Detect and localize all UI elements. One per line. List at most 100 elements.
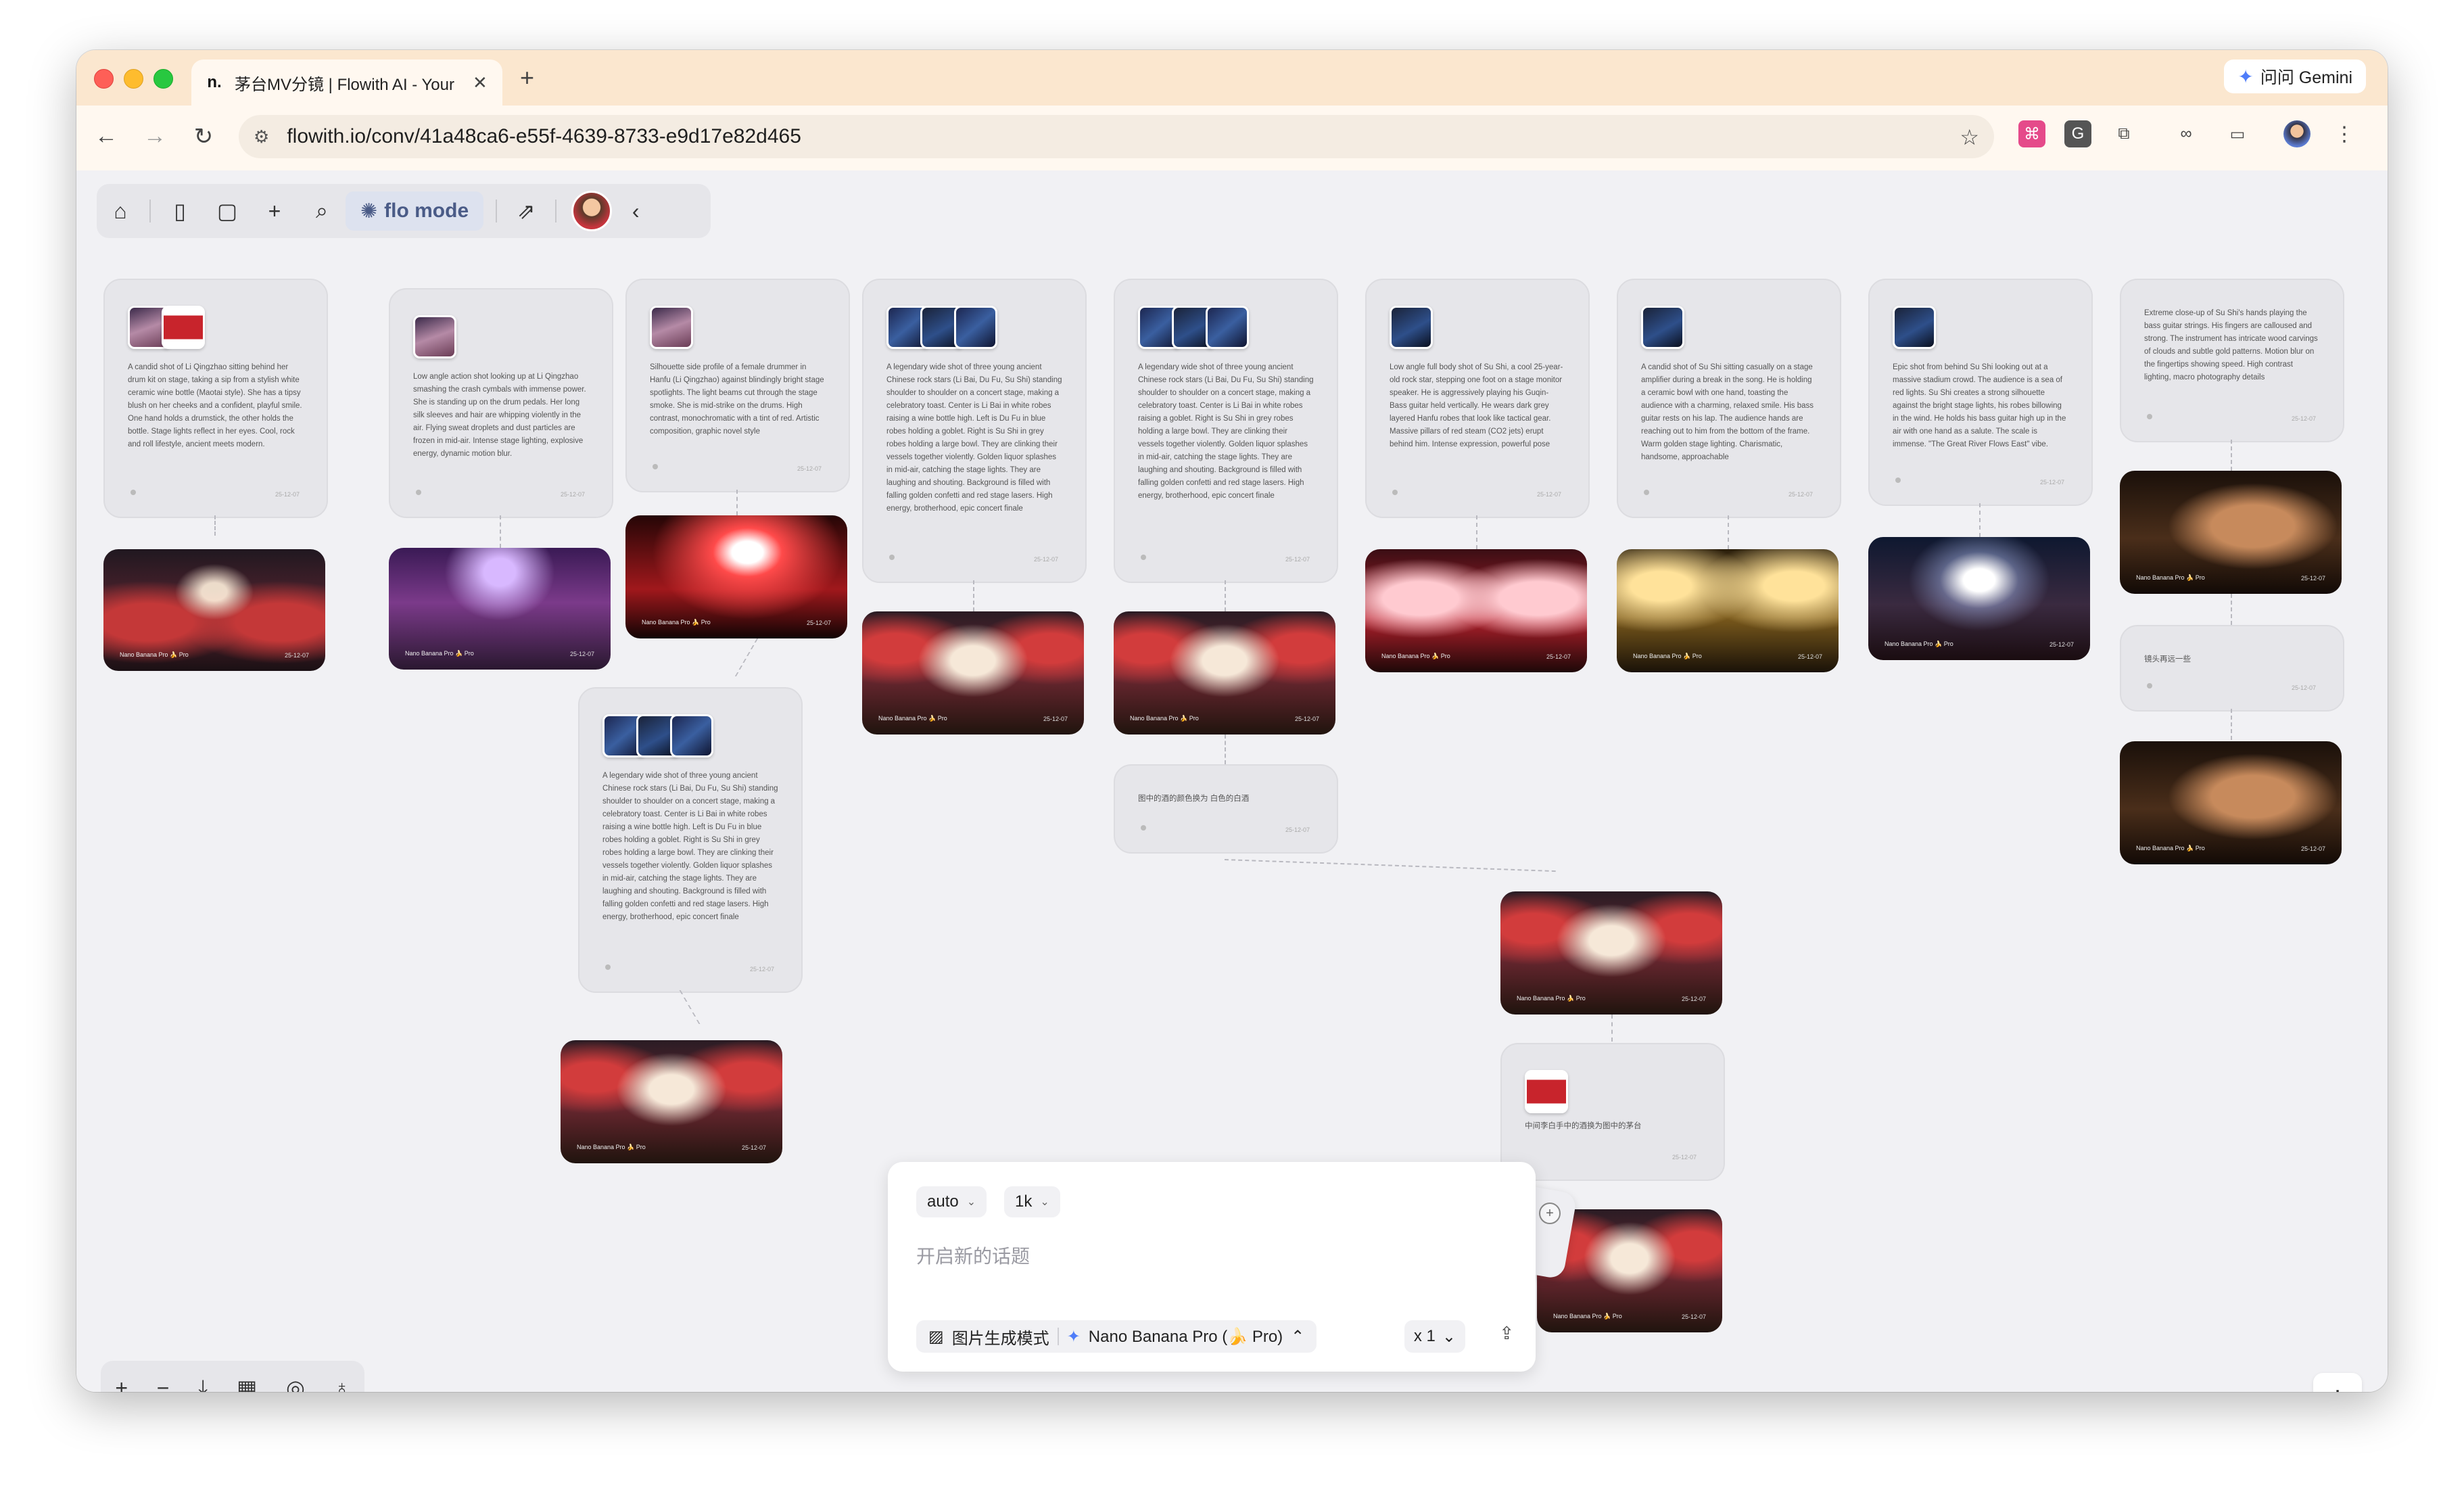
collapse-icon[interactable]: ‹ xyxy=(612,199,659,224)
status-dot xyxy=(2147,414,2152,419)
prompt-text: 中间李白手中的酒换为图中的茅台 xyxy=(1525,1122,1642,1130)
chat-icon[interactable]: ▢ xyxy=(204,198,251,224)
reference-image xyxy=(1206,306,1249,349)
grid-icon[interactable]: ▦ xyxy=(237,1375,257,1392)
generated-image[interactable]: Nano Banana Pro 🍌 Pro 25-12-07 xyxy=(1500,891,1722,1015)
extension-icon[interactable]: ⌘ xyxy=(2018,120,2045,147)
generated-image[interactable]: Nano Banana Pro 🍌 Pro 25-12-07 xyxy=(1114,611,1335,735)
url-text[interactable]: flowith.io/conv/41a48ca6-e55f-4639-8733-… xyxy=(287,125,801,148)
menu-dots-icon[interactable]: ⋮ xyxy=(2331,120,2358,147)
link-icon[interactable]: ∞ xyxy=(2173,120,2200,147)
generated-image[interactable]: Nano Banana Pro 🍌 Pro 25-12-07 xyxy=(1868,537,2090,660)
forward-icon[interactable]: → xyxy=(141,123,168,149)
prompt-card[interactable]: Extreme close-up of Su Shi's hands playi… xyxy=(2120,279,2344,442)
cast-icon[interactable]: ▭ xyxy=(2224,120,2251,147)
minus-icon[interactable]: − xyxy=(157,1376,170,1393)
card-date: 25-12-07 xyxy=(1285,556,1310,563)
divider xyxy=(1057,1328,1059,1345)
status-dot xyxy=(653,464,658,469)
generated-image[interactable]: Nano Banana Pro 🍌 Pro 25-12-07 xyxy=(625,515,847,638)
grammar-extension-icon[interactable]: G xyxy=(2064,120,2091,147)
prompt-card[interactable]: A candid shot of Li Qingzhao sitting beh… xyxy=(103,279,328,518)
edit-prompt-card[interactable]: 中间李白手中的酒换为图中的茅台 25-12-07 xyxy=(1500,1043,1725,1181)
prompt-input[interactable]: 开启新的话题 xyxy=(916,1242,1030,1269)
prompt-text: Extreme close-up of Su Shi's hands playi… xyxy=(2144,309,2318,381)
minimize-window-button[interactable] xyxy=(124,69,143,89)
card-date: 25-12-07 xyxy=(797,465,822,472)
reload-icon[interactable]: ↻ xyxy=(190,123,217,150)
image-count-select[interactable]: x 1 ⌄ xyxy=(1404,1320,1465,1353)
reference-image xyxy=(1893,306,1936,349)
image-date: 25-12-07 xyxy=(806,620,831,626)
gemini-spark-icon: ✦ xyxy=(2237,66,2254,87)
generated-image[interactable]: Nano Banana Pro 🍌 Pro 25-12-07 xyxy=(862,611,1084,735)
maximize-window-button[interactable] xyxy=(153,69,173,89)
prompt-text: 镜头再远一些 xyxy=(2144,655,2191,663)
gemini-button[interactable]: ✦ 问问 Gemini xyxy=(2224,60,2366,93)
image-date: 25-12-07 xyxy=(2049,641,2074,648)
bookmark-star-icon[interactable]: ☆ xyxy=(1960,124,1979,150)
download-icon[interactable]: ⤓ xyxy=(198,1375,208,1392)
card-date: 25-12-07 xyxy=(275,491,300,498)
prompt-text: Low angle full body shot of Su Shi, a co… xyxy=(1390,363,1563,448)
edit-prompt-card[interactable]: 镜头再远一些 25-12-07 xyxy=(2120,625,2344,712)
back-icon[interactable]: ← xyxy=(93,123,120,149)
flo-mode-icon: ✺ xyxy=(360,200,378,223)
generated-image[interactable]: Nano Banana Pro 🍌 Pro 25-12-07 xyxy=(389,548,611,670)
prompt-card[interactable]: A candid shot of Su Shi sitting casually… xyxy=(1617,279,1841,518)
connector-line xyxy=(1224,859,1556,872)
upload-icon[interactable]: ⇪ xyxy=(1499,1323,1514,1344)
prompt-card[interactable]: Epic shot from behind Su Shi looking out… xyxy=(1868,279,2093,506)
aspect-ratio-select[interactable]: auto ⌄ xyxy=(916,1186,987,1217)
prompt-card[interactable]: Low angle action shot looking up at Li Q… xyxy=(389,288,613,518)
site-settings-icon[interactable]: ⚙ xyxy=(254,126,269,147)
mode-model-selector[interactable]: ▨ 图片生成模式 ✦ Nano Banana Pro (🍌 Pro) ⌃ xyxy=(916,1320,1317,1353)
share-icon[interactable]: ⇗ xyxy=(502,198,550,224)
profile-avatar[interactable] xyxy=(2283,120,2311,147)
reference-thumbnails xyxy=(1138,306,1249,349)
add-node-button[interactable]: + xyxy=(2313,1373,2362,1392)
edit-prompt-card[interactable]: 图中的酒的颜色换为 白色的白酒 25-12-07 xyxy=(1114,764,1338,854)
card-date: 25-12-07 xyxy=(2291,415,2316,422)
reference-image xyxy=(670,714,713,757)
compass-icon[interactable]: ◎ xyxy=(286,1375,305,1392)
search-icon[interactable]: ⌕ xyxy=(298,198,346,224)
flowith-canvas[interactable]: ⌂ ▯ ▢ + ⌕ ✺ flo mode ⇗ ‹ A candid shot o… xyxy=(76,170,2388,1392)
close-window-button[interactable] xyxy=(94,69,114,89)
connector-line xyxy=(1225,735,1226,764)
generated-image[interactable]: Nano Banana Pro 🍌 Pro 25-12-07 xyxy=(1617,549,1839,672)
image-count-value: x 1 xyxy=(1413,1327,1436,1345)
plus-icon[interactable]: + xyxy=(251,199,298,224)
generated-image[interactable]: Nano Banana Pro 🍌 Pro 25-12-07 xyxy=(103,549,325,671)
browser-tab[interactable]: n. 茅台MV分镜 | Flowith AI - Your ✕ xyxy=(191,60,502,106)
lightbulb-icon[interactable]: ♁ xyxy=(334,1376,350,1393)
prompt-card[interactable]: Low angle full body shot of Su Shi, a co… xyxy=(1365,279,1590,518)
generated-image[interactable]: Nano Banana Pro 🍌 Pro 25-12-07 xyxy=(2120,741,2342,864)
plus-icon[interactable]: + xyxy=(115,1376,128,1393)
prompt-card[interactable]: Silhouette side profile of a female drum… xyxy=(625,279,850,492)
card-date: 25-12-07 xyxy=(2291,684,2316,691)
prompt-card[interactable]: A legendary wide shot of three young anc… xyxy=(1114,279,1338,583)
avatar[interactable] xyxy=(571,191,613,231)
prompt-card[interactable]: A legendary wide shot of three young anc… xyxy=(578,687,803,993)
resolution-select[interactable]: 1k ⌄ xyxy=(1004,1186,1060,1217)
generated-image[interactable]: Nano Banana Pro 🍌 Pro 25-12-07 xyxy=(1365,549,1587,672)
prompt-card[interactable]: A legendary wide shot of three young anc… xyxy=(862,279,1087,583)
generated-image[interactable]: Nano Banana Pro 🍌 Pro 25-12-07 xyxy=(561,1040,782,1163)
puzzle-extension-icon[interactable]: ⧉ xyxy=(2110,120,2137,147)
omnibox[interactable]: ⚙ flowith.io/conv/41a48ca6-e55f-4639-873… xyxy=(239,115,1994,158)
prompt-text: Silhouette side profile of a female drum… xyxy=(650,363,824,436)
tab-strip: n. 茅台MV分镜 | Flowith AI - Your ✕ + ✦ 问问 G… xyxy=(76,50,2388,106)
flo-mode-button[interactable]: ✺ flo mode xyxy=(346,191,484,231)
image-date: 25-12-07 xyxy=(1681,1313,1706,1320)
close-tab-icon[interactable]: ✕ xyxy=(473,72,488,93)
reference-thumbnails xyxy=(413,315,456,358)
home-icon[interactable]: ⌂ xyxy=(97,199,144,224)
add-circle-icon[interactable]: + xyxy=(1539,1203,1561,1224)
status-dot xyxy=(1392,490,1398,495)
generated-image[interactable]: Nano Banana Pro 🍌 Pro 25-12-07 xyxy=(2120,471,2342,594)
model-badge: Nano Banana Pro 🍌 Pro xyxy=(1130,715,1199,722)
sidebar-icon[interactable]: ▯ xyxy=(156,198,204,224)
new-tab-icon[interactable]: + xyxy=(520,64,534,92)
reference-image xyxy=(413,315,456,358)
